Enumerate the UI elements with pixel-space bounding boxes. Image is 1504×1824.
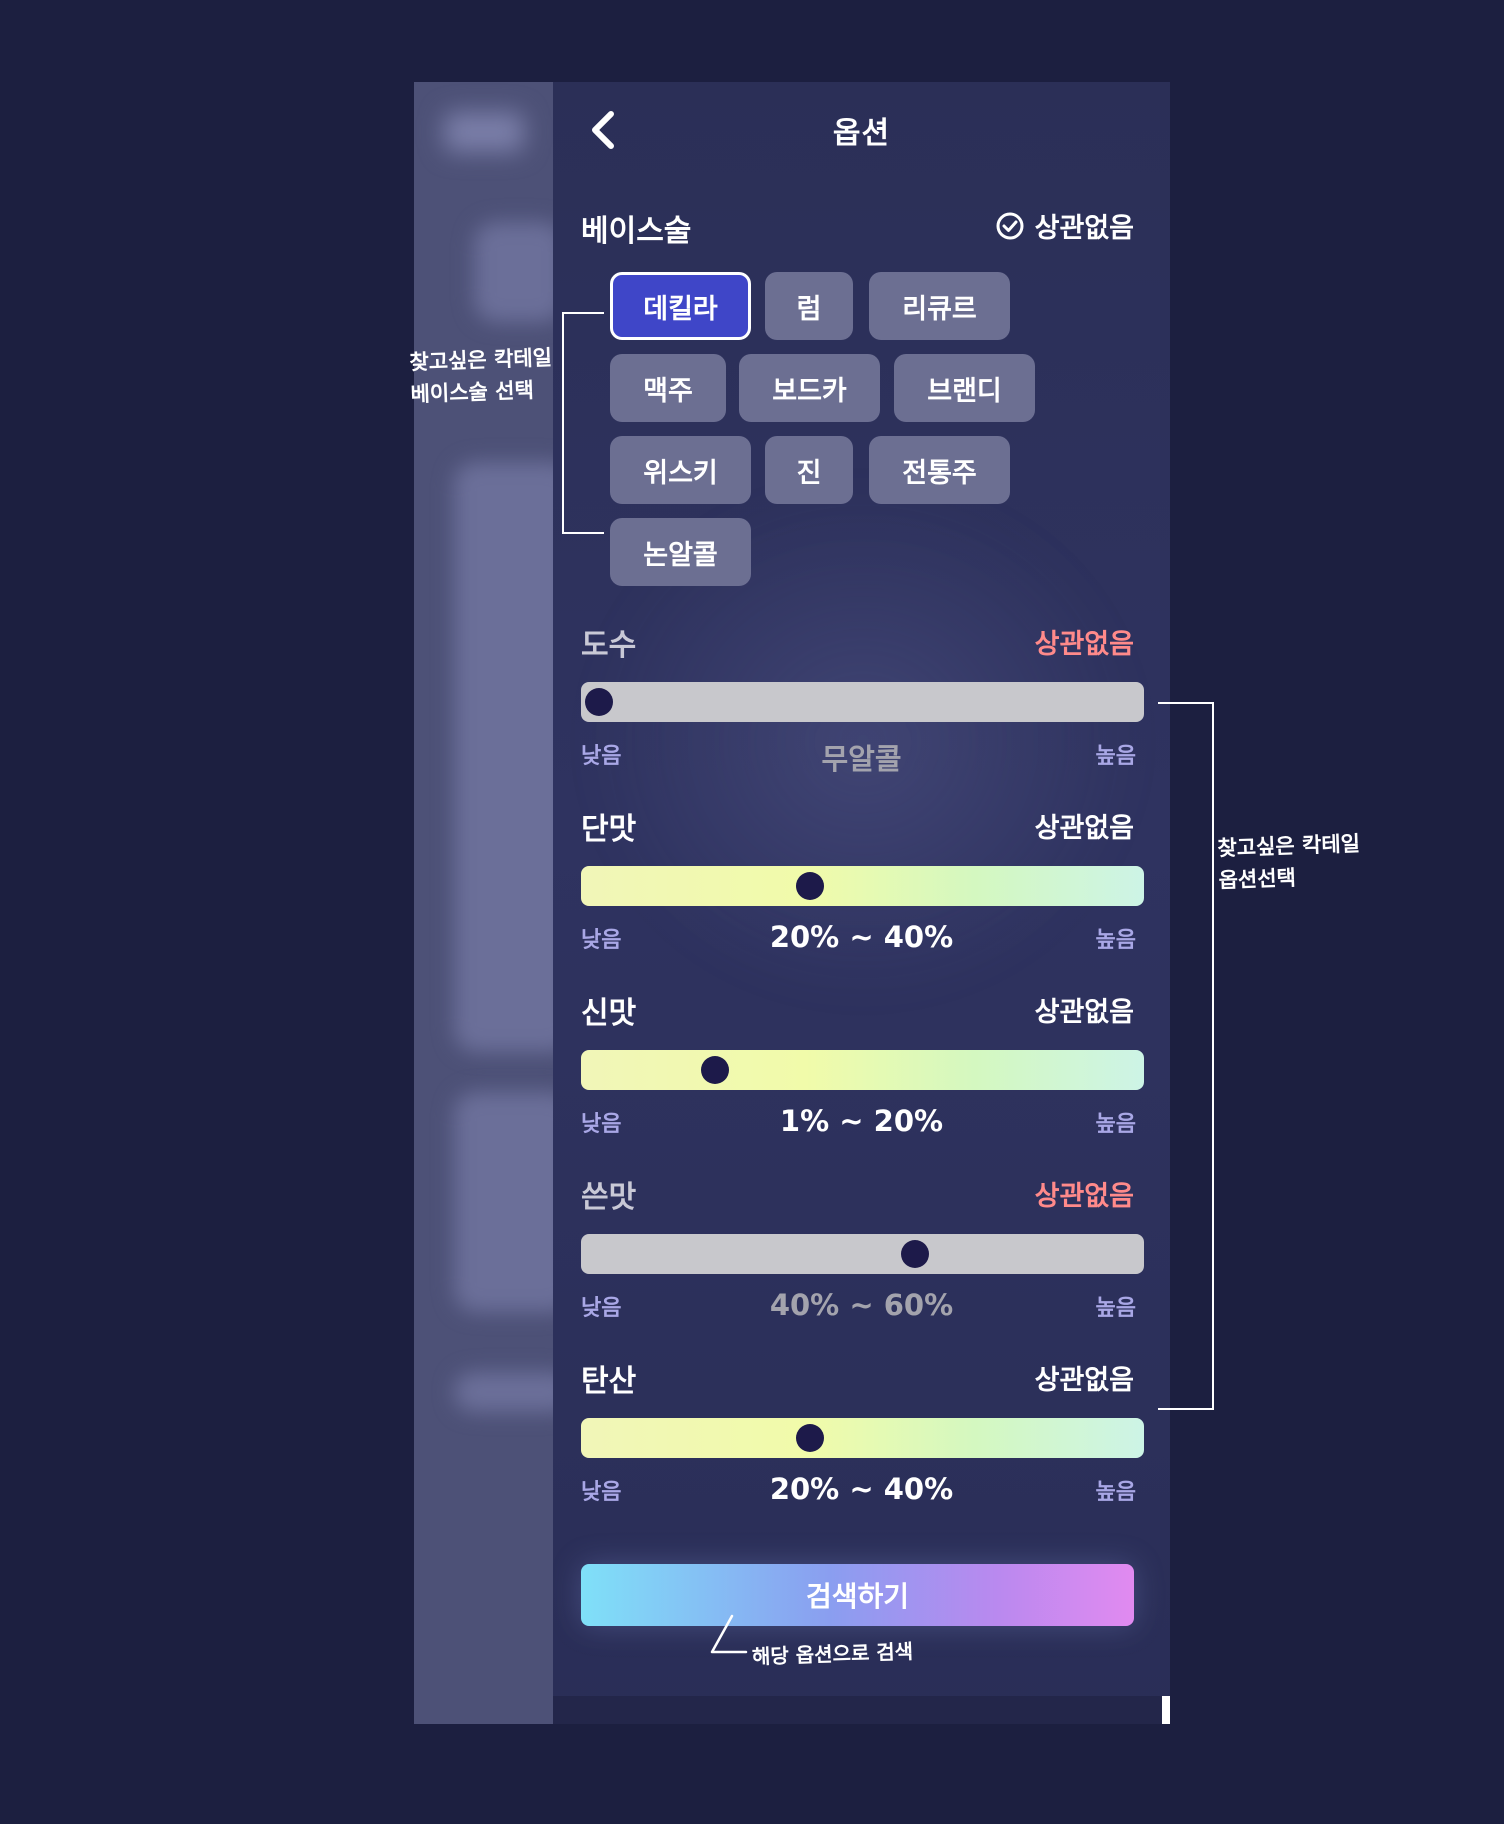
chip-brandy[interactable]: 브랜디 bbox=[894, 354, 1035, 422]
bitterness-slider[interactable] bbox=[581, 1234, 1144, 1274]
sourness-any-label[interactable]: 상관없음 bbox=[1035, 990, 1134, 1029]
sourness-slider-knob[interactable] bbox=[700, 1056, 729, 1084]
sweetness-slider-knob[interactable] bbox=[795, 872, 824, 900]
bitterness-high-label: 높음 bbox=[1095, 1296, 1136, 1321]
bottom-bar bbox=[553, 1696, 1170, 1724]
abv-any-label[interactable]: 상관없음 bbox=[1035, 622, 1134, 661]
bitterness-slider-knob[interactable] bbox=[901, 1240, 930, 1268]
sweetness-high-label: 높음 bbox=[1095, 928, 1136, 953]
abv-slider-knob[interactable] bbox=[585, 688, 613, 716]
search-annotation-pointer bbox=[710, 1614, 748, 1654]
sourness-slider[interactable] bbox=[581, 1050, 1144, 1090]
screen: 옵션 베이스술 상관없음 데킬라 럼 리큐르 맥주 보드카 브랜디 위스키 진 … bbox=[0, 0, 1504, 1824]
bitterness-value: 40% ~ 60% bbox=[769, 1288, 954, 1322]
carbonation-any-label[interactable]: 상관없음 bbox=[1035, 1358, 1134, 1397]
carbonation-title: 탄산 bbox=[581, 1364, 637, 1399]
base-spirit-any-toggle[interactable]: 상관없음 bbox=[995, 206, 1134, 245]
carbonation-high-label: 높음 bbox=[1095, 1480, 1136, 1505]
chip-tequila[interactable]: 데킬라 bbox=[610, 272, 751, 340]
chip-beer[interactable]: 맥주 bbox=[610, 354, 726, 422]
options-annotation: 찾고싶은 칵테일 옵션선택 bbox=[1217, 831, 1361, 893]
sweetness-any-label[interactable]: 상관없음 bbox=[1035, 806, 1134, 845]
scroll-indicator bbox=[1162, 1696, 1170, 1724]
abv-slider[interactable] bbox=[581, 682, 1144, 722]
abv-high-label: 높음 bbox=[1095, 744, 1136, 769]
base-spirit-any-label: 상관없음 bbox=[1034, 213, 1134, 244]
sourness-title: 신맛 bbox=[581, 996, 637, 1031]
chip-whisky[interactable]: 위스키 bbox=[610, 436, 751, 504]
background-screen bbox=[414, 82, 554, 1724]
sourness-high-label: 높음 bbox=[1095, 1112, 1136, 1137]
bitterness-title: 쓴맛 bbox=[581, 1180, 637, 1215]
chip-rum[interactable]: 럼 bbox=[765, 272, 853, 340]
carbonation-slider-knob[interactable] bbox=[795, 1424, 824, 1452]
sweetness-title: 단맛 bbox=[581, 812, 637, 847]
options-panel: 옵션 베이스술 상관없음 데킬라 럼 리큐르 맥주 보드카 브랜디 위스키 진 … bbox=[553, 82, 1170, 1724]
chip-liqueur[interactable]: 리큐르 bbox=[869, 272, 1010, 340]
chip-traditional-liquor[interactable]: 전통주 bbox=[869, 436, 1010, 504]
check-circle-icon bbox=[996, 212, 1024, 239]
options-bracket bbox=[1158, 702, 1214, 1410]
base-spirit-title: 베이스술 bbox=[581, 214, 692, 249]
sweetness-value: 20% ~ 40% bbox=[769, 920, 954, 954]
abv-value: 무알콜 bbox=[821, 742, 902, 776]
carbonation-value: 20% ~ 40% bbox=[769, 1472, 954, 1506]
search-button[interactable]: 검색하기 bbox=[581, 1564, 1134, 1626]
sourness-value: 1% ~ 20% bbox=[779, 1104, 944, 1138]
header: 옵션 bbox=[553, 82, 1170, 174]
carbonation-slider[interactable] bbox=[581, 1418, 1144, 1458]
chip-gin[interactable]: 진 bbox=[765, 436, 853, 504]
search-annotation: 해당 옵션으로 검색 bbox=[751, 1639, 914, 1669]
base-spirit-annotation: 찾고싶은 칵테일 베이스술 선택 bbox=[409, 345, 553, 407]
abv-title: 도수 bbox=[581, 628, 637, 663]
page-title: 옵션 bbox=[832, 116, 891, 151]
chip-non-alcohol[interactable]: 논알콜 bbox=[610, 518, 751, 586]
sweetness-slider[interactable] bbox=[581, 866, 1144, 906]
bitterness-any-label[interactable]: 상관없음 bbox=[1035, 1174, 1134, 1213]
base-spirit-bracket bbox=[562, 312, 604, 534]
chip-vodka[interactable]: 보드카 bbox=[739, 354, 880, 422]
